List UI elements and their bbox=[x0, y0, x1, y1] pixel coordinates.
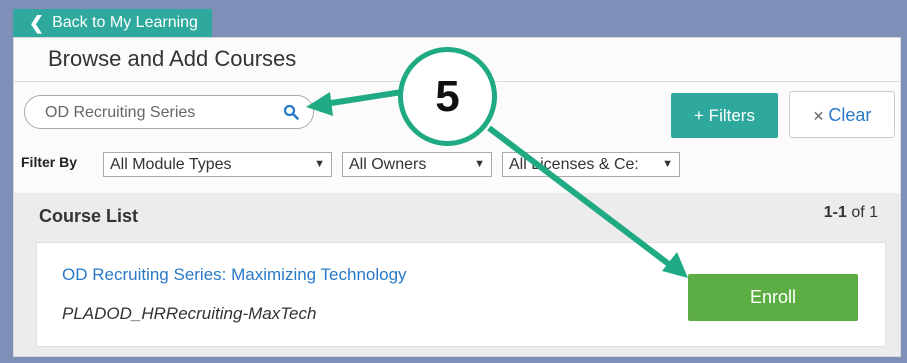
arrow-to-enroll bbox=[487, 125, 672, 268]
arrowhead-search-icon bbox=[306, 92, 333, 116]
step-number-callout: 5 bbox=[398, 47, 497, 146]
arrow-to-search bbox=[324, 89, 403, 107]
